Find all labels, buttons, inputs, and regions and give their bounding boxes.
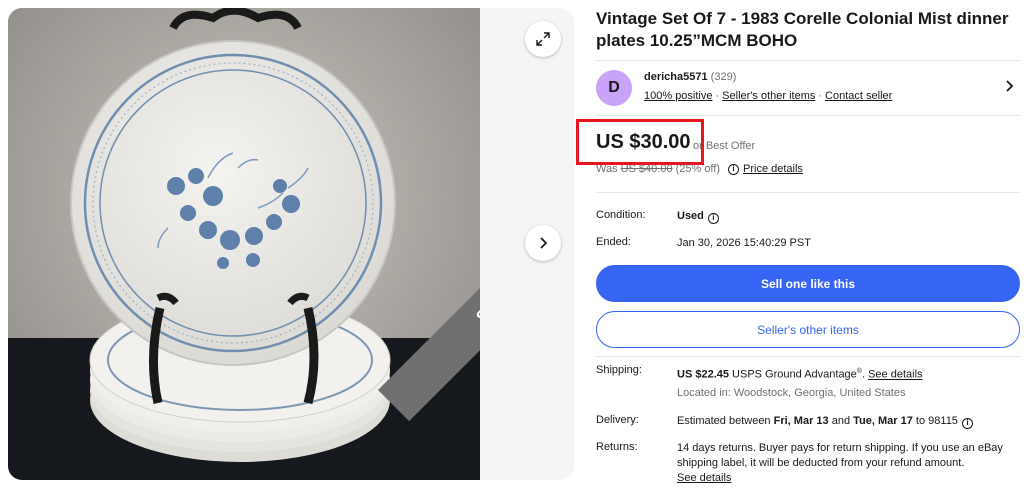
delivery-and: and — [831, 415, 851, 427]
plates-photo-illustration — [8, 8, 480, 480]
was-label: Was — [596, 163, 618, 175]
listing-title: Vintage Set Of 7 - 1983 Corelle Colonial… — [596, 9, 1009, 50]
chevron-right-icon[interactable] — [1002, 78, 1018, 94]
price-highlight-box — [576, 119, 704, 165]
shipping-label: Shipping: — [596, 364, 642, 376]
separator: · — [715, 90, 720, 102]
price-details-link[interactable]: Price details — [743, 163, 803, 175]
was-price: US $40.00 — [620, 163, 673, 175]
registered-mark: ® — [856, 368, 862, 375]
delivery-prefix: Estimated between — [677, 415, 771, 427]
expand-button[interactable] — [525, 21, 561, 57]
shipping-service: USPS Ground Advantage — [732, 368, 857, 381]
discount-text: (25% off) — [675, 163, 721, 175]
shipping-value: US $22.45 USPS Ground Advantage®. See de… — [677, 368, 923, 381]
delivery-zip: to 98115 — [915, 415, 958, 427]
sellers-other-items-button[interactable]: Seller's other items — [596, 311, 1020, 348]
divider — [596, 356, 1020, 357]
seller-feedback-count: (329) — [710, 71, 737, 83]
info-icon[interactable]: i — [707, 213, 719, 224]
was-price-row: Was US $40.00 (25% off) i Price details — [596, 163, 803, 175]
seller-other-items-link[interactable]: Seller's other items — [722, 90, 815, 102]
expand-icon — [536, 32, 550, 46]
chevron-right-icon — [540, 237, 548, 249]
contact-seller-link[interactable]: Contact seller — [825, 90, 892, 102]
ended-label: Ended: — [596, 236, 631, 248]
returns-value: 14 days returns. Buyer pays for return s… — [677, 441, 1020, 486]
delivery-label: Delivery: — [596, 414, 639, 426]
condition-value: Used — [677, 210, 704, 222]
divider — [596, 192, 1020, 193]
seller-positive-link[interactable]: 100% positive — [644, 90, 713, 102]
best-offer-text: or Best Offer — [693, 140, 756, 152]
delivery-value: Estimated between Fri, Mar 13 and Tue, M… — [677, 414, 1020, 429]
seller-name[interactable]: dericha5571 — [644, 71, 708, 83]
seller-name-row: dericha5571 (329) — [644, 71, 736, 83]
returns-label: Returns: — [596, 441, 638, 453]
shipping-location: Located in: Woodstock, Georgia, United S… — [677, 387, 906, 399]
ended-value: Jan 30, 2026 15:40:29 PST — [677, 237, 811, 249]
shipping-cost: US $22.45 — [677, 368, 729, 381]
info-icon[interactable]: i — [728, 163, 740, 175]
delivery-start: Fri, Mar 13 — [773, 415, 829, 427]
next-image-button[interactable] — [525, 225, 561, 261]
returns-see-details-link[interactable]: See details — [677, 472, 731, 484]
condition-value-row: Used i — [677, 209, 1020, 224]
product-photo[interactable] — [8, 8, 480, 480]
returns-text: 14 days returns. Buyer pays for return s… — [677, 442, 1003, 469]
image-gallery: SOLD — [8, 8, 574, 480]
sell-one-like-this-button[interactable]: Sell one like this — [596, 265, 1020, 302]
condition-label: Condition: — [596, 209, 646, 221]
delivery-end: Tue, Mar 17 — [853, 415, 913, 427]
separator: · — [818, 90, 823, 102]
seller-links: 100% positive · Seller's other items · Conta… — [644, 90, 892, 102]
info-icon[interactable]: i — [961, 418, 973, 429]
seller-avatar[interactable]: D — [596, 70, 632, 106]
seller-card[interactable]: D dericha5571 (329) 100% positive · Seller… — [596, 60, 1020, 116]
shipping-see-details-link[interactable]: See details — [868, 369, 922, 381]
